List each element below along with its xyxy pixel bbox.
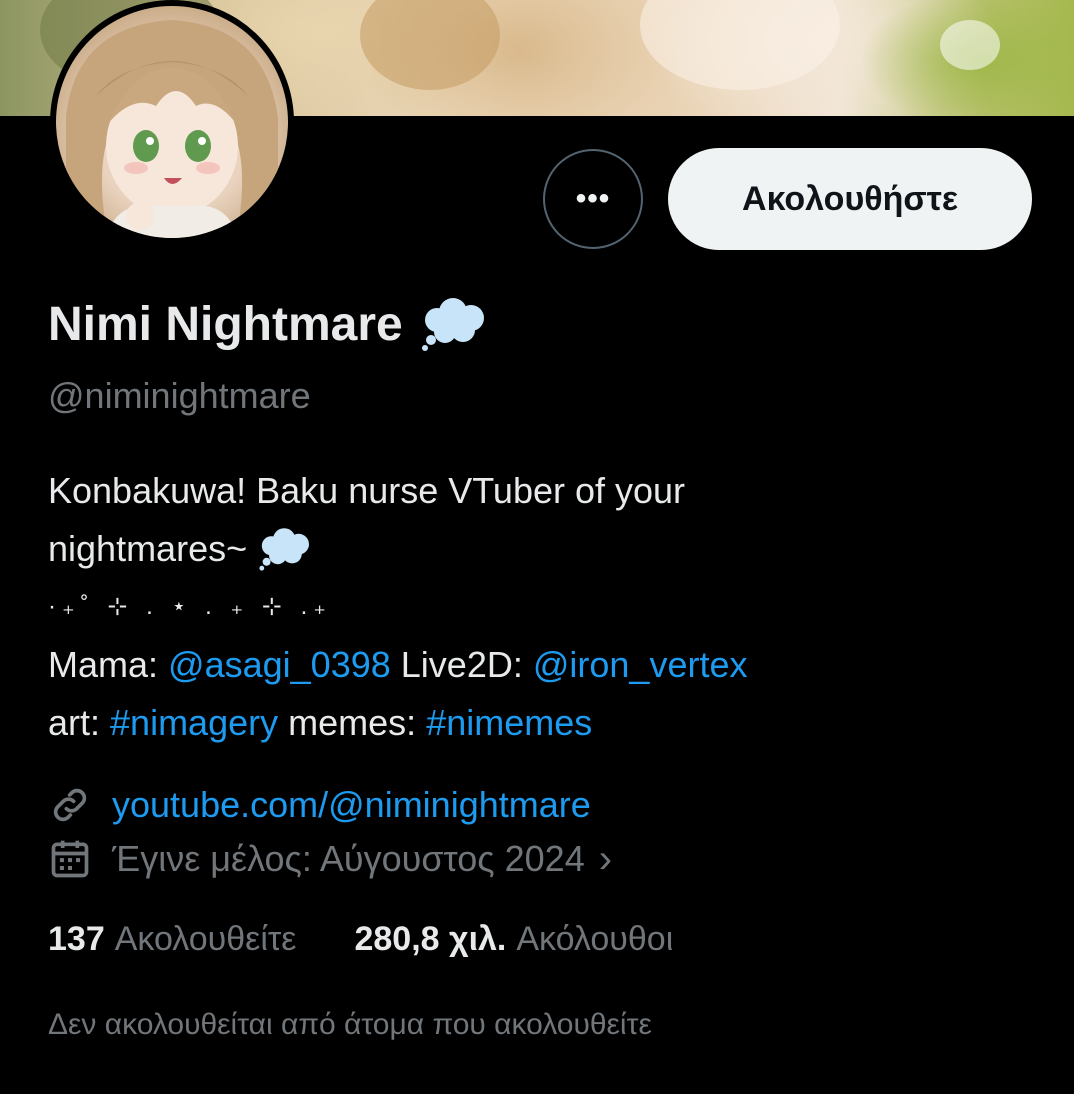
mention-link-iron-vertex[interactable]: @iron_vertex xyxy=(533,636,748,694)
bio-label: Mama: xyxy=(48,644,159,685)
display-name: Nimi Nightmare xyxy=(48,297,403,351)
website-link[interactable]: youtube.com/@niminightmare xyxy=(112,784,591,826)
followers-count: 280,8 χιλ. xyxy=(354,920,507,958)
joined-date: Έγινε μέλος: Αύγουστος 2024 xyxy=(112,838,585,879)
profile-handle: @niminightmare xyxy=(48,375,311,416)
thought-balloon-icon xyxy=(259,528,310,571)
followers-label: Ακόλουθοι xyxy=(516,920,674,958)
profile-bio: Konbakuwa! Baku nurse VTuber of your nig… xyxy=(48,462,1038,752)
bio-label: Live2D: xyxy=(400,644,523,685)
hashtag-link-nimagery[interactable]: #nimagery xyxy=(110,694,278,752)
followers-stat[interactable]: 280,8 χιλ. Ακόλουθοι xyxy=(354,920,673,959)
thought-balloon-icon xyxy=(421,298,484,351)
bio-label: memes: xyxy=(288,702,417,743)
follow-button[interactable]: Ακολουθήστε xyxy=(668,148,1032,250)
bio-text: nightmares~ xyxy=(48,528,248,569)
chevron-right-icon: › xyxy=(598,836,613,881)
bio-label: art: xyxy=(48,702,101,743)
social-context-text: Δεν ακολουθείται από άτομα που ακολουθεί… xyxy=(48,1008,652,1041)
calendar-icon xyxy=(51,840,89,878)
website-row: youtube.com/@niminightmare xyxy=(48,778,612,832)
following-stat[interactable]: 137 Ακολουθείτε xyxy=(48,920,296,959)
bio-text: Konbakuwa! Baku nurse VTuber of your xyxy=(48,470,686,511)
avatar-image xyxy=(56,6,288,238)
profile-avatar[interactable] xyxy=(50,0,294,244)
joined-row[interactable]: Έγινε μέλος: Αύγουστος 2024 › xyxy=(48,832,612,886)
bio-line: nightmares~ xyxy=(48,520,1038,578)
link-icon xyxy=(53,788,87,822)
following-count: 137 xyxy=(48,920,105,958)
following-label: Ακολουθείτε xyxy=(114,920,297,958)
more-options-button[interactable]: ••• xyxy=(543,149,643,249)
hashtag-link-nimemes[interactable]: #nimemes xyxy=(426,694,592,752)
profile-meta: youtube.com/@niminightmare Έγινε μέλος: … xyxy=(48,778,612,886)
bio-sparkles: ·₊˚ ⊹ . ⋆ . ₊ ⊹ .₊ xyxy=(48,593,332,620)
display-name-row: Nimi Nightmare xyxy=(48,296,489,352)
follow-button-label: Ακολουθήστε xyxy=(742,179,958,218)
bio-line: art: #nimagery memes: #nimemes xyxy=(48,694,1038,752)
bio-line: Konbakuwa! Baku nurse VTuber of your xyxy=(48,462,1038,520)
follow-stats: 137 Ακολουθείτε 280,8 χιλ. Ακόλουθοι xyxy=(48,920,673,959)
mention-link-asagi[interactable]: @asagi_0398 xyxy=(168,636,391,694)
bio-line: Mama: @asagi_0398 Live2D: @iron_vertex xyxy=(48,636,1038,694)
more-options-icon: ••• xyxy=(575,182,611,215)
